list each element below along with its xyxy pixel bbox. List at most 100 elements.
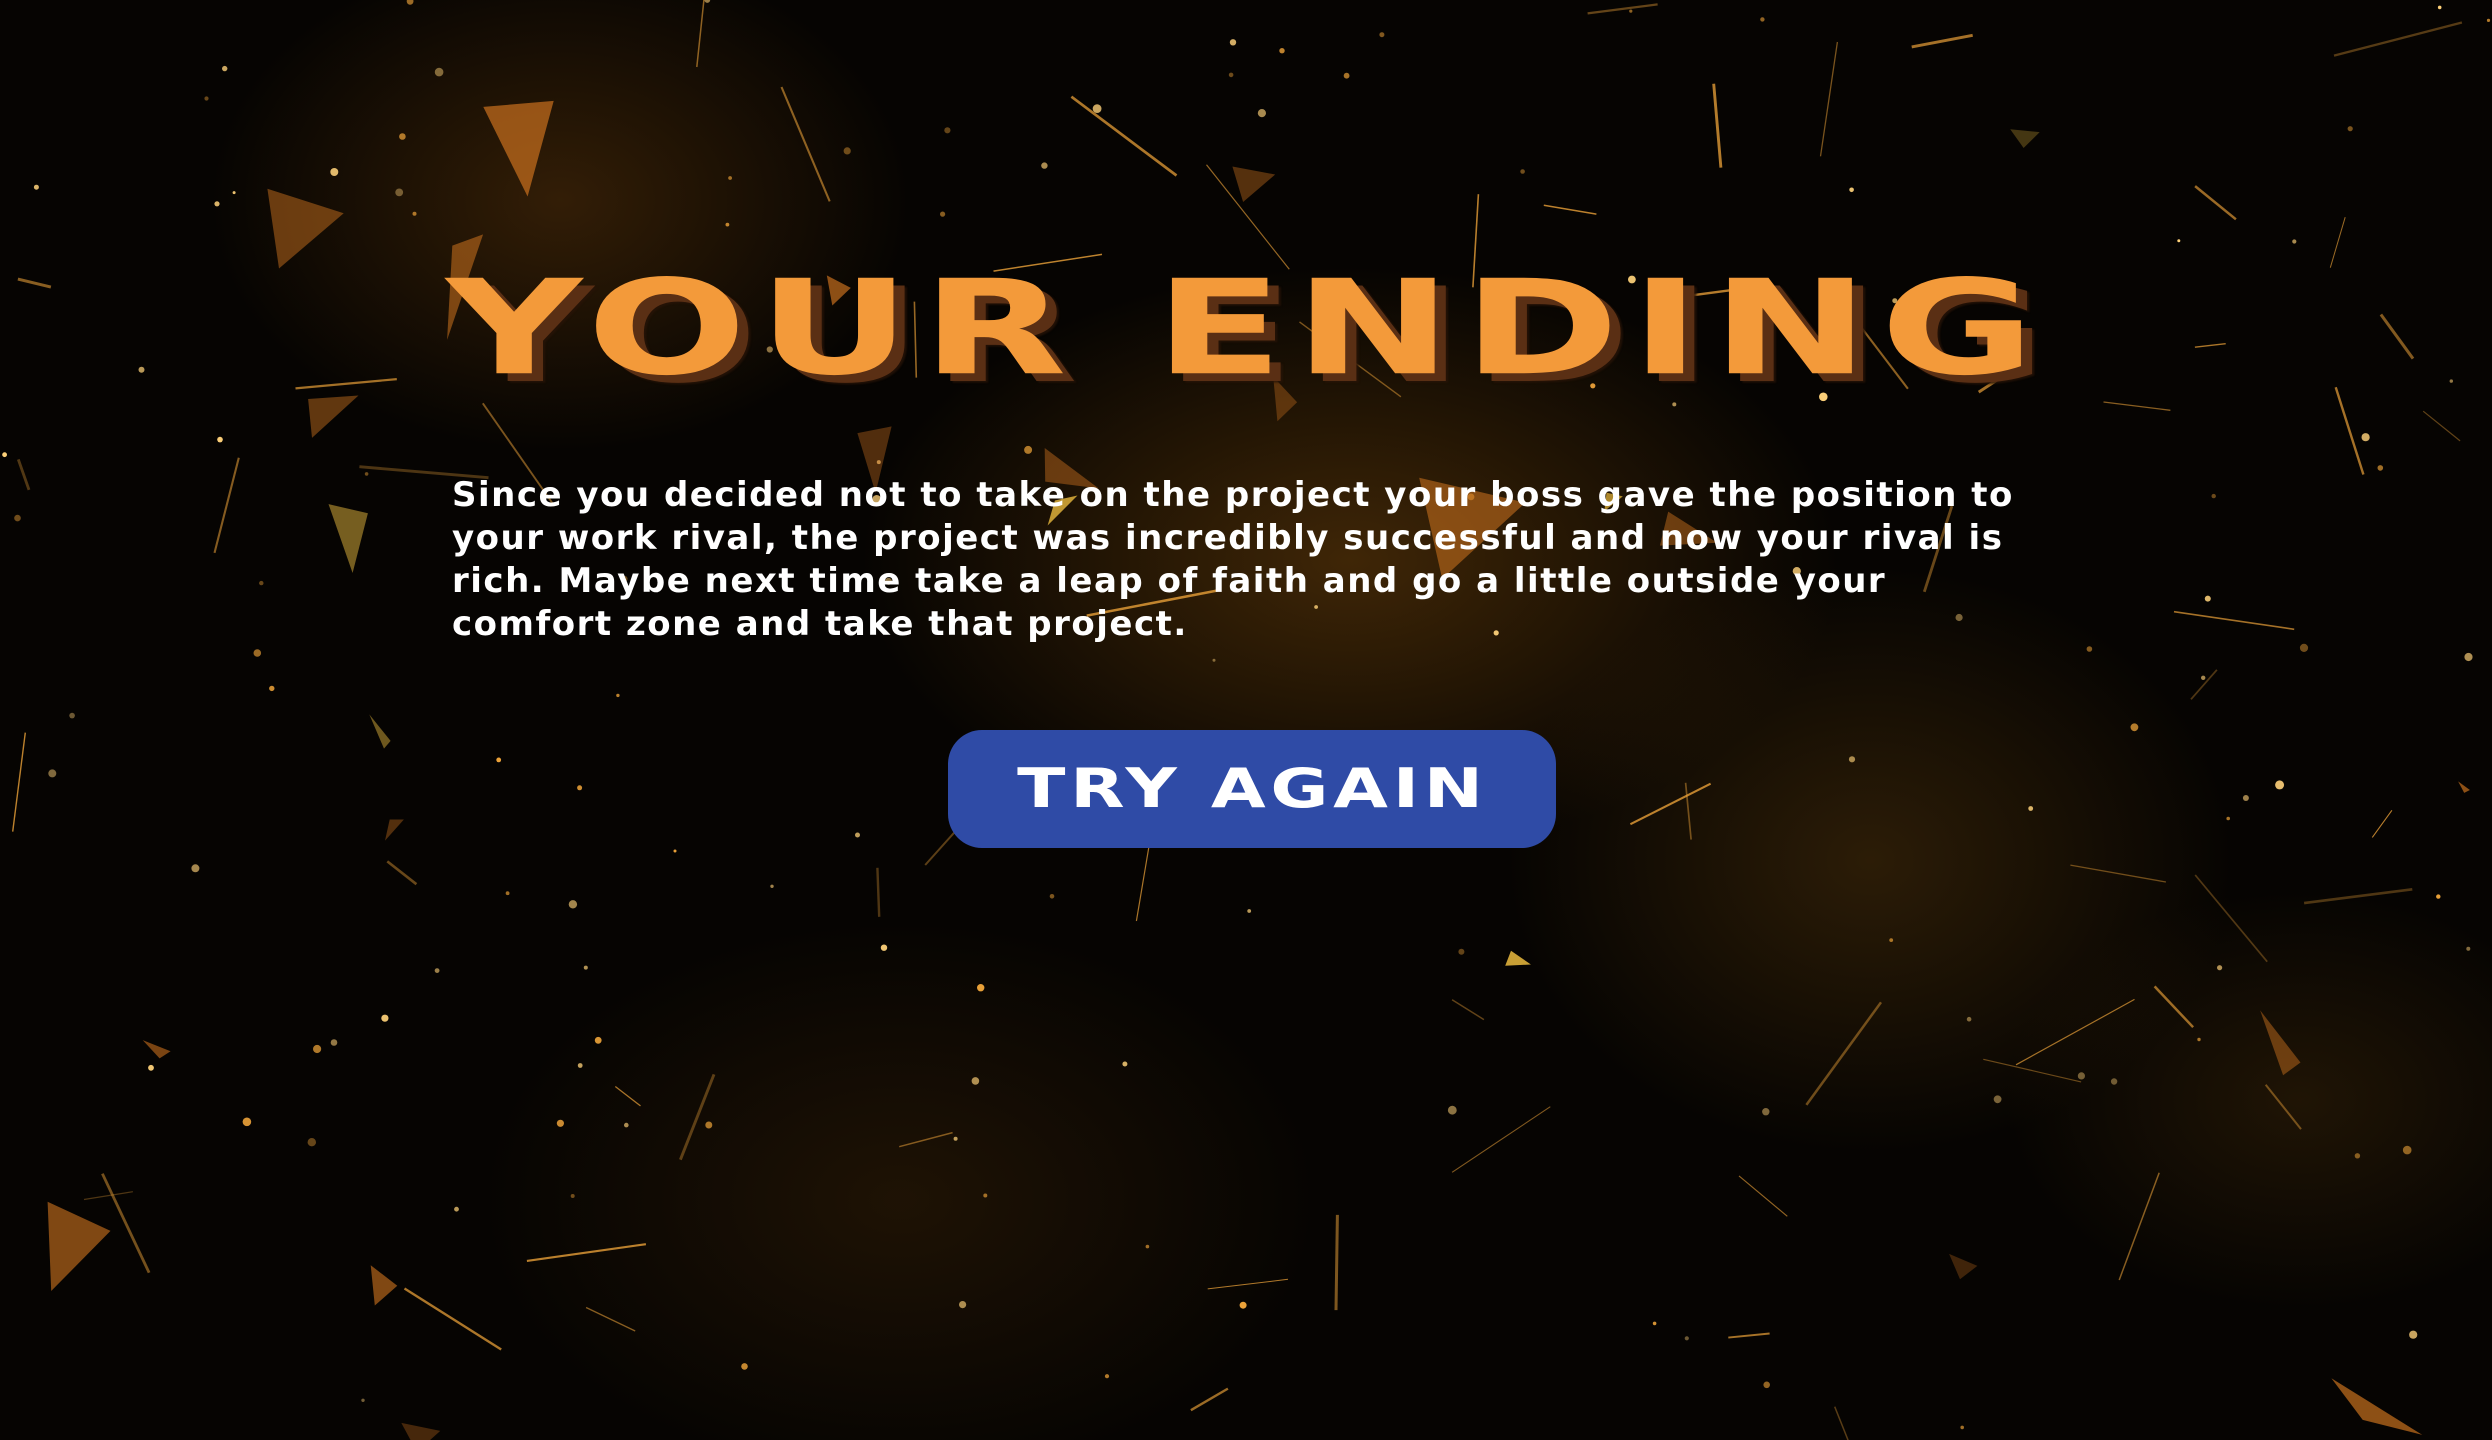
particle-dot — [1247, 909, 1252, 913]
particle-streak — [1805, 1001, 1883, 1106]
particle-dot — [1279, 48, 1285, 54]
particle-shard — [1232, 166, 1276, 202]
particle-dot — [725, 222, 730, 227]
particle-streak — [876, 867, 881, 917]
try-again-button[interactable]: TRY AGAIN — [948, 730, 1556, 848]
particle-dot — [1762, 1108, 1770, 1116]
particle-dot — [705, 1121, 713, 1129]
particle-streak — [1712, 83, 1723, 168]
particle-dot — [959, 1301, 967, 1309]
particle-dot — [1520, 169, 1525, 174]
particle-dot — [594, 1036, 602, 1044]
particle-dot — [1145, 1244, 1150, 1249]
particle-shard — [385, 819, 404, 841]
particle-dot — [2466, 946, 2471, 951]
particle-streak — [2422, 410, 2461, 442]
particle-dot — [2347, 126, 2353, 132]
particle-dot — [222, 65, 228, 72]
particle-streak — [2333, 21, 2463, 57]
particle-streak — [526, 1243, 647, 1262]
particle-dot — [2402, 1145, 2412, 1155]
particle-dot — [1024, 445, 1033, 454]
particle-streak — [1911, 33, 1973, 49]
particle-dot — [454, 1206, 459, 1212]
particle-dot — [577, 785, 583, 791]
particle-dot — [214, 201, 220, 207]
particle-dot — [1229, 39, 1237, 46]
particle-streak — [1543, 204, 1597, 215]
particle-dot — [2437, 5, 2442, 10]
particle-dot — [1889, 938, 1894, 942]
particle-streak — [899, 1131, 953, 1148]
particle-dot — [741, 1363, 748, 1370]
particle-dot — [2409, 1330, 2418, 1339]
ending-description: Since you decided not to take on the pro… — [452, 475, 2014, 644]
particle-streak — [2190, 669, 2218, 700]
particle-dot — [1447, 1105, 1457, 1115]
particle-streak — [1983, 1058, 2082, 1083]
particle-dot — [2299, 643, 2309, 653]
particle-dot — [843, 147, 851, 155]
particle-dot — [1379, 32, 1385, 38]
particle-streak — [2194, 874, 2268, 963]
particle-dot — [770, 884, 774, 888]
particle-background — [2, 0, 2491, 1440]
particle-dot — [2, 452, 7, 458]
particle-dot — [944, 127, 951, 134]
particle-streak — [1738, 1175, 1788, 1217]
particle-streak — [386, 860, 418, 886]
particle-dot — [2377, 465, 2384, 471]
particle-dot — [2110, 1078, 2118, 1085]
particle-dot — [2204, 595, 2211, 602]
particle-shard — [401, 1422, 441, 1440]
particle-dot — [1104, 1374, 1110, 1379]
particle-dot — [191, 864, 200, 873]
particle-streak — [2194, 185, 2237, 221]
particle-dot — [2086, 646, 2093, 652]
particle-streak — [2264, 1084, 2302, 1130]
particle-shard — [483, 100, 554, 197]
particle-dot — [48, 769, 57, 778]
try-again-label: TRY AGAIN — [1016, 757, 1488, 821]
particle-streak — [780, 86, 831, 202]
particle-dot — [1848, 756, 1856, 763]
particle-dot — [940, 211, 946, 217]
particle-streak — [1451, 999, 1485, 1021]
particle-dot — [406, 0, 414, 5]
particle-dot — [204, 96, 209, 101]
particle-dot — [1343, 72, 1350, 79]
particle-dot — [1041, 162, 1048, 169]
particle-shard — [328, 504, 368, 573]
particle-streak — [1070, 95, 1178, 177]
particle-dot — [399, 133, 406, 140]
particle-shard — [1949, 1253, 1978, 1280]
particle-streak — [2153, 985, 2195, 1029]
particle-dot — [704, 0, 711, 3]
particle-streak — [16, 458, 31, 491]
particle-streak — [213, 457, 240, 554]
particle-dot — [313, 1044, 322, 1054]
particle-dot — [880, 944, 888, 951]
particle-shard — [369, 714, 391, 749]
particle-dot — [2486, 18, 2491, 22]
particle-dot — [2292, 239, 2297, 244]
particle-dot — [2361, 433, 2370, 442]
ending-title: YOUR ENDING — [445, 251, 2046, 405]
particle-dot — [2217, 965, 2223, 971]
particle-dot — [1458, 948, 1465, 955]
particle-dot — [269, 685, 275, 692]
particle-shard — [2331, 1378, 2423, 1435]
particle-dot — [616, 693, 620, 698]
particle-shard — [47, 1201, 111, 1291]
particle-streak — [696, 0, 705, 68]
particle-dot — [259, 580, 264, 586]
particle-dot — [556, 1119, 565, 1127]
particle-dot — [33, 184, 39, 190]
particle-shard — [267, 188, 344, 269]
particle-dot — [1849, 187, 1854, 193]
particle-dot — [412, 211, 417, 216]
particle-dot — [2177, 239, 2181, 243]
particle-dot — [2028, 806, 2034, 811]
particle-dot — [2242, 795, 2249, 801]
particle-shard — [142, 1040, 171, 1059]
